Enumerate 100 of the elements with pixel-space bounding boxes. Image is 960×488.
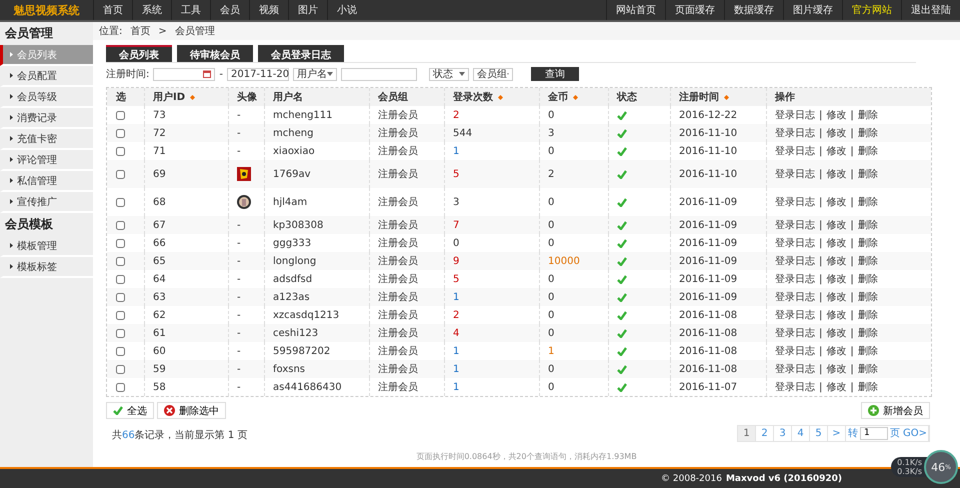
action-link[interactable]: 登录日志 [775, 326, 815, 340]
nav-link[interactable]: 官方网站 [842, 0, 901, 20]
action-link[interactable]: 删除 [858, 380, 878, 394]
nav-link[interactable]: 图片缓存 [783, 0, 842, 20]
action-link[interactable]: 登录日志 [775, 362, 815, 376]
action-link[interactable]: 修改 [826, 236, 846, 250]
action-link[interactable]: 登录日志 [775, 380, 815, 394]
action-link[interactable]: 删除 [858, 108, 878, 122]
row-checkbox[interactable] [116, 310, 125, 320]
action-link[interactable]: 登录日志 [775, 126, 815, 140]
action-link[interactable]: 修改 [826, 290, 846, 304]
row-checkbox[interactable] [116, 382, 125, 392]
row-checkbox[interactable] [116, 170, 125, 178]
nav-item[interactable]: 首页 [93, 0, 132, 20]
action-link[interactable]: 登录日志 [775, 272, 815, 286]
row-checkbox[interactable] [116, 220, 125, 230]
action-link[interactable]: 删除 [858, 362, 878, 376]
nav-link[interactable]: 退出登陆 [901, 0, 960, 20]
status-select[interactable]: 状态 [428, 68, 469, 80]
action-link[interactable]: 修改 [826, 254, 846, 268]
group-select[interactable]: 会员组 [472, 68, 513, 80]
action-link[interactable]: 修改 [826, 380, 846, 394]
action-link[interactable]: 删除 [858, 236, 878, 250]
tab[interactable]: 会员列表 [106, 45, 172, 62]
nav-link[interactable]: 页面缓存 [665, 0, 724, 20]
action-link[interactable]: 删除 [858, 254, 878, 268]
sort-icon[interactable] [190, 94, 196, 100]
column-header[interactable]: 注册时间 [679, 90, 719, 104]
action-link[interactable]: 删除 [858, 272, 878, 286]
row-checkbox[interactable] [116, 274, 125, 284]
nav-item[interactable]: 视频 [249, 0, 288, 20]
search-button[interactable]: 查询 [530, 67, 579, 81]
action-link[interactable]: 修改 [826, 272, 846, 286]
action-link[interactable]: 修改 [826, 144, 846, 158]
action-link[interactable]: 登录日志 [775, 195, 815, 209]
action-link[interactable]: 删除 [858, 195, 878, 209]
calendar-icon[interactable] [203, 70, 212, 78]
row-checkbox[interactable] [116, 110, 125, 120]
delete-selected-button[interactable]: 删除选中 [157, 402, 226, 419]
action-link[interactable]: 登录日志 [775, 308, 815, 322]
action-link[interactable]: 修改 [826, 326, 846, 340]
nav-item[interactable]: 图片 [288, 0, 327, 20]
action-link[interactable]: 登录日志 [775, 108, 815, 122]
tab[interactable]: 会员登录日志 [258, 45, 344, 62]
nav-item[interactable]: 会员 [210, 0, 249, 20]
nav-item[interactable]: 系统 [132, 0, 171, 20]
nav-link[interactable]: 网站首页 [606, 0, 665, 20]
action-link[interactable]: 删除 [858, 144, 878, 158]
sort-icon[interactable] [573, 94, 578, 100]
select-all-button[interactable]: 全选 [106, 402, 154, 419]
action-link[interactable]: 登录日志 [775, 254, 815, 268]
action-link[interactable]: 登录日志 [775, 144, 815, 158]
row-checkbox[interactable] [116, 364, 125, 374]
action-link[interactable]: 修改 [826, 362, 846, 376]
action-link[interactable]: 删除 [858, 126, 878, 140]
action-link[interactable]: 删除 [858, 218, 878, 232]
action-link[interactable]: 删除 [858, 326, 878, 340]
row-checkbox[interactable] [116, 128, 125, 138]
go-button[interactable]: GO> [902, 426, 929, 440]
column-header[interactable]: 金币 [548, 90, 568, 104]
action-link[interactable]: 删除 [858, 344, 878, 358]
nav-item[interactable]: 工具 [171, 0, 210, 20]
action-link[interactable]: 修改 [826, 308, 846, 322]
action-link[interactable]: 删除 [858, 308, 878, 322]
breadcrumb-link[interactable]: 会员管理 [174, 24, 215, 38]
page-number-field[interactable]: 1 [860, 426, 888, 440]
sort-icon[interactable] [724, 94, 729, 100]
row-checkbox[interactable] [116, 256, 125, 266]
row-checkbox[interactable] [116, 198, 125, 206]
action-link[interactable]: 登录日志 [775, 236, 815, 250]
action-link[interactable]: 登录日志 [775, 344, 815, 358]
nav-item[interactable]: 小说 [327, 0, 366, 20]
action-link[interactable]: 登录日志 [775, 218, 815, 232]
action-link[interactable]: 修改 [826, 344, 846, 358]
date-field[interactable]: 2017-11-20 [226, 68, 289, 80]
nav-link[interactable]: 数据缓存 [724, 0, 783, 20]
row-checkbox[interactable] [116, 292, 125, 302]
action-link[interactable]: 修改 [826, 195, 846, 209]
column-header[interactable]: 用户ID [153, 90, 186, 104]
field-select[interactable]: 用户名 [292, 68, 337, 80]
row-checkbox[interactable] [116, 146, 125, 156]
tab[interactable]: 待审核会员 [177, 45, 253, 62]
keyword-field[interactable] [340, 68, 417, 80]
action-link[interactable]: 登录日志 [775, 167, 815, 181]
row-checkbox[interactable] [116, 346, 125, 356]
action-link[interactable]: 删除 [858, 290, 878, 304]
action-link[interactable]: 修改 [826, 218, 846, 232]
add-member-button[interactable]: 新增会员 [861, 402, 930, 419]
sort-icon[interactable] [498, 94, 503, 100]
page-link[interactable]: 1 [738, 426, 756, 440]
breadcrumb-link[interactable]: 首页 [130, 24, 150, 38]
column-header[interactable]: 登录次数 [453, 90, 493, 104]
date-field[interactable] [153, 68, 216, 80]
action-link[interactable]: 修改 [826, 108, 846, 122]
action-link[interactable]: 修改 [826, 126, 846, 140]
action-link[interactable]: 删除 [858, 167, 878, 181]
row-checkbox[interactable] [116, 238, 125, 248]
action-link[interactable]: 登录日志 [775, 290, 815, 304]
row-checkbox[interactable] [116, 328, 125, 338]
action-link[interactable]: 修改 [826, 167, 846, 181]
